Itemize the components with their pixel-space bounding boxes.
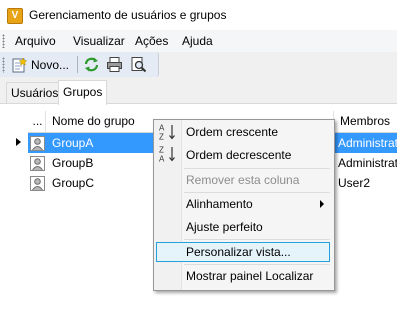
refresh-button[interactable] <box>83 55 100 74</box>
refresh-icon <box>84 57 99 72</box>
svg-text:A: A <box>159 155 165 164</box>
svg-text:Z: Z <box>159 146 164 155</box>
print-button[interactable] <box>106 55 123 74</box>
tab-grupos[interactable]: Grupos <box>58 80 108 105</box>
menu-bar: Arquivo Visualizar Ações Ajuda <box>0 30 397 52</box>
menu-separator <box>184 264 330 265</box>
members-cell: Administrat <box>338 156 397 170</box>
column-header-members[interactable]: Membros <box>334 111 397 132</box>
print-preview-button[interactable] <box>130 55 147 74</box>
window-title: Gerenciamento de usuários e grupos <box>29 8 227 22</box>
menu-item-show-find-panel[interactable]: Mostrar painel Localizar <box>186 269 313 283</box>
new-document-icon <box>12 56 28 72</box>
sort-descending-icon: Z A <box>159 146 175 164</box>
print-preview-icon <box>131 57 147 73</box>
menubar-grip-icon[interactable] <box>2 34 5 48</box>
printer-icon <box>107 57 122 72</box>
svg-text:A: A <box>159 124 165 133</box>
toolbar: Novo... <box>0 52 159 77</box>
menu-item-sort-descending[interactable]: Ordem decrescente <box>186 148 291 162</box>
menu-separator <box>184 239 330 240</box>
menu-separator <box>184 192 330 193</box>
toolbar-grip-icon[interactable] <box>2 57 5 73</box>
group-user-icon <box>30 176 45 191</box>
column-header-dots[interactable]: ... <box>28 111 46 132</box>
new-button-label: Novo... <box>31 57 70 72</box>
menu-item-best-fit[interactable]: Ajuste perfeito <box>186 220 263 234</box>
new-button[interactable]: Novo... <box>11 55 69 74</box>
svg-text:Z: Z <box>159 133 164 142</box>
menu-item-remove-column: Remover esta coluna <box>186 173 300 187</box>
sort-ascending-icon: A Z <box>159 124 175 142</box>
submenu-arrow-icon <box>320 200 324 208</box>
menu-ajuda[interactable]: Ajuda <box>182 34 213 48</box>
current-row-indicator-icon <box>16 138 21 146</box>
app-icon: V <box>7 8 23 24</box>
column-context-menu: A Z Ordem crescente Z A Ordem decrescent… <box>153 119 335 291</box>
menu-acoes[interactable]: Ações <box>135 34 168 48</box>
menu-item-customize-view[interactable]: Personalizar vista... <box>186 245 291 259</box>
toolbar-separator <box>77 56 78 73</box>
tab-usuarios[interactable]: Usuários <box>6 82 64 103</box>
group-user-icon <box>30 156 45 171</box>
group-user-icon <box>30 136 45 151</box>
menu-item-sort-ascending[interactable]: Ordem crescente <box>186 125 278 139</box>
menu-item-alignment[interactable]: Alinhamento <box>186 197 253 211</box>
menu-arquivo[interactable]: Arquivo <box>15 34 56 48</box>
menu-visualizar[interactable]: Visualizar <box>73 34 125 48</box>
members-cell: Administrat <box>338 136 397 150</box>
menu-separator <box>184 168 330 169</box>
members-cell: User2 <box>338 176 371 190</box>
title-bar: V Gerenciamento de usuários e grupos <box>0 0 397 30</box>
